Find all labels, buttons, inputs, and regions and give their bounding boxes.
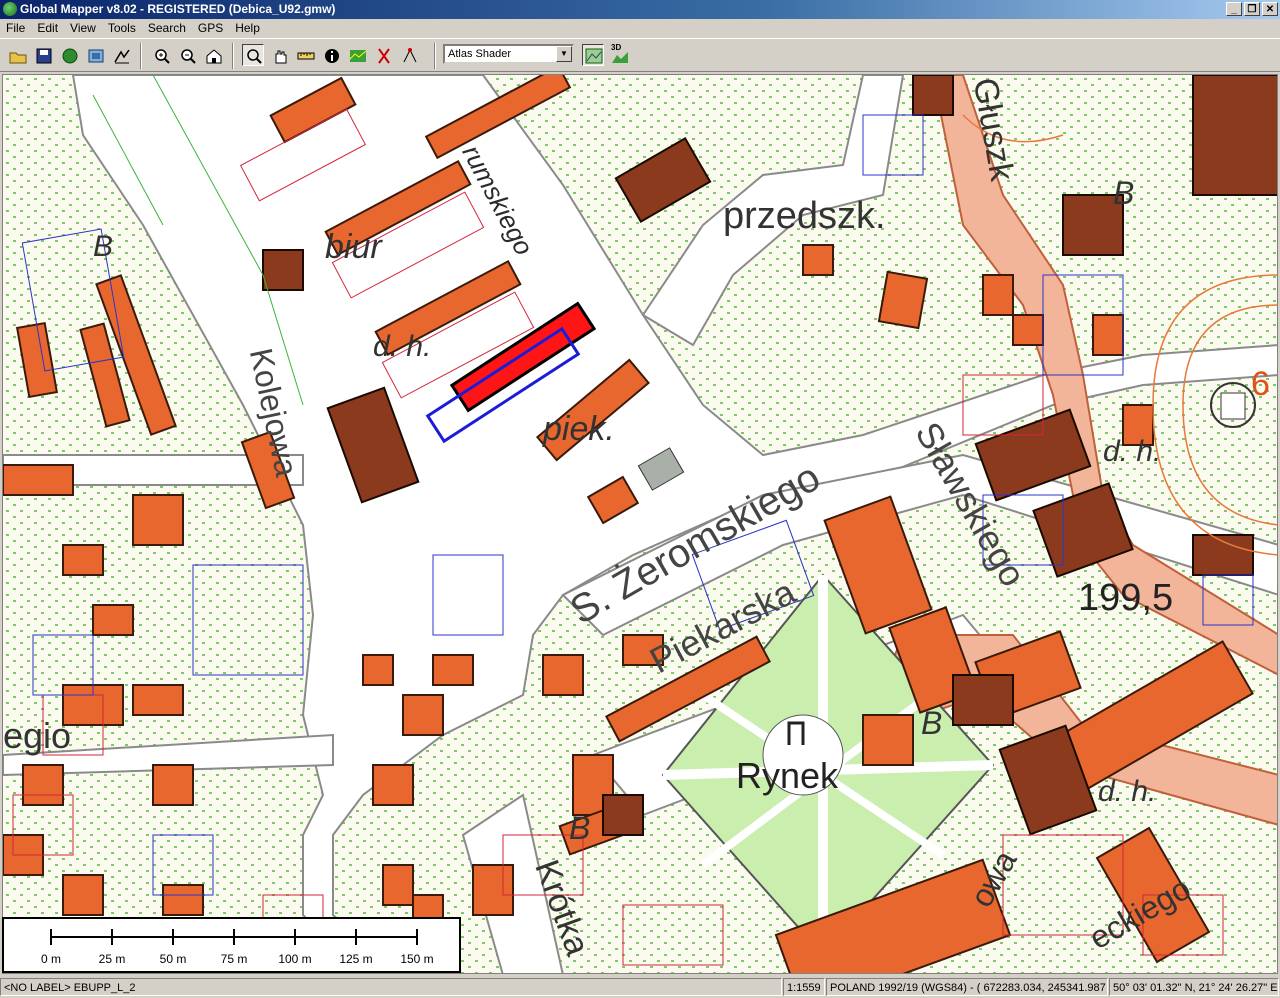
menu-tools[interactable]: Tools [102, 19, 142, 37]
scale-bar: 0 m 25 m 50 m 75 m 100 m 125 m 150 m [2, 917, 461, 973]
home-icon[interactable] [202, 44, 224, 66]
toolbar-separator [232, 43, 234, 69]
menu-gps[interactable]: GPS [192, 19, 229, 37]
zoom-tool-icon[interactable] [242, 44, 264, 66]
scale-tick-label: 100 m [278, 952, 312, 966]
view-shed-icon[interactable] [398, 44, 420, 66]
map-label: B [1113, 175, 1135, 211]
map-label: 199,5 [1078, 577, 1174, 619]
toolbar-separator [434, 43, 436, 69]
scale-tick-label: 125 m [339, 952, 373, 966]
map-label: d. h. [373, 330, 432, 363]
menu-view[interactable]: View [64, 19, 102, 37]
title-bar: Global Mapper v8.02 - REGISTERED (Debica… [0, 0, 1280, 19]
config-icon[interactable] [110, 44, 132, 66]
map-label: Rynek [736, 755, 839, 796]
open-folder-icon[interactable] [6, 44, 28, 66]
toolbar: 3D [0, 38, 1280, 72]
map-label: d. h. [1103, 435, 1162, 468]
status-layer: <NO LABEL> EBUPP_L_2 [0, 978, 782, 996]
save-icon[interactable] [32, 44, 54, 66]
path-profile-icon[interactable] [346, 44, 368, 66]
zoom-out-icon[interactable] [176, 44, 198, 66]
scale-tick-label: 50 m [159, 952, 187, 966]
view-3d-label: 3D [611, 43, 622, 52]
menu-edit[interactable]: Edit [31, 19, 64, 37]
pan-hand-icon[interactable] [268, 44, 290, 66]
map-label: egio [3, 715, 72, 756]
scale-bar-ruler [50, 929, 418, 945]
shader-toggle-icon[interactable] [582, 44, 604, 66]
map-view[interactable]: rumskiego przedszk. biur d. h. Kolejowa … [2, 74, 1278, 974]
scale-tick-label: 75 m [220, 952, 248, 966]
map-canvas [3, 75, 1277, 973]
view-3d-icon[interactable]: 3D [608, 43, 630, 66]
status-projection: POLAND 1992/19 (WGS84) - ( 672283.034, 2… [826, 978, 1108, 996]
scale-tick-label: 150 m [400, 952, 434, 966]
close-button[interactable]: ✕ [1262, 2, 1278, 16]
map-label: d. h. [1098, 775, 1157, 808]
toolbar-separator [140, 43, 142, 69]
map-label: biur [325, 228, 382, 266]
globe-icon [3, 2, 17, 16]
digitizer-icon[interactable] [372, 44, 394, 66]
map-label: B [921, 705, 943, 741]
minimize-button[interactable]: _ [1226, 2, 1242, 16]
overlay-control-icon[interactable] [84, 44, 106, 66]
scale-tick-label: 0 m [40, 952, 62, 966]
menu-file[interactable]: File [0, 19, 31, 37]
map-label: 6 [1251, 365, 1270, 403]
status-bar: <NO LABEL> EBUPP_L_2 1:1559 POLAND 1992/… [0, 976, 1280, 998]
info-icon[interactable] [320, 44, 342, 66]
menu-search[interactable]: Search [142, 19, 192, 37]
menu-help[interactable]: Help [229, 19, 266, 37]
map-label: przedszk. [723, 195, 886, 237]
status-zoom: 1:1559 [783, 978, 825, 996]
shader-value: Atlas Shader [448, 48, 511, 60]
menu-bar: File Edit View Tools Search GPS Help [0, 19, 1280, 37]
download-globe-icon[interactable] [58, 44, 80, 66]
map-label: B [569, 810, 591, 846]
map-label: B [93, 230, 114, 263]
scale-tick-label: 25 m [98, 952, 126, 966]
restore-button[interactable]: ❐ [1244, 2, 1260, 16]
chevron-down-icon[interactable]: ▼ [556, 46, 572, 62]
window-title: Global Mapper v8.02 - REGISTERED (Debica… [20, 2, 336, 16]
zoom-in-icon[interactable] [150, 44, 172, 66]
shader-dropdown[interactable]: Atlas Shader ▼ [443, 44, 574, 64]
map-label: piek. [543, 410, 615, 448]
measure-icon[interactable] [294, 44, 316, 66]
status-latlon: 50° 03' 01.32" N, 21° 24' 26.27" E [1109, 978, 1279, 996]
